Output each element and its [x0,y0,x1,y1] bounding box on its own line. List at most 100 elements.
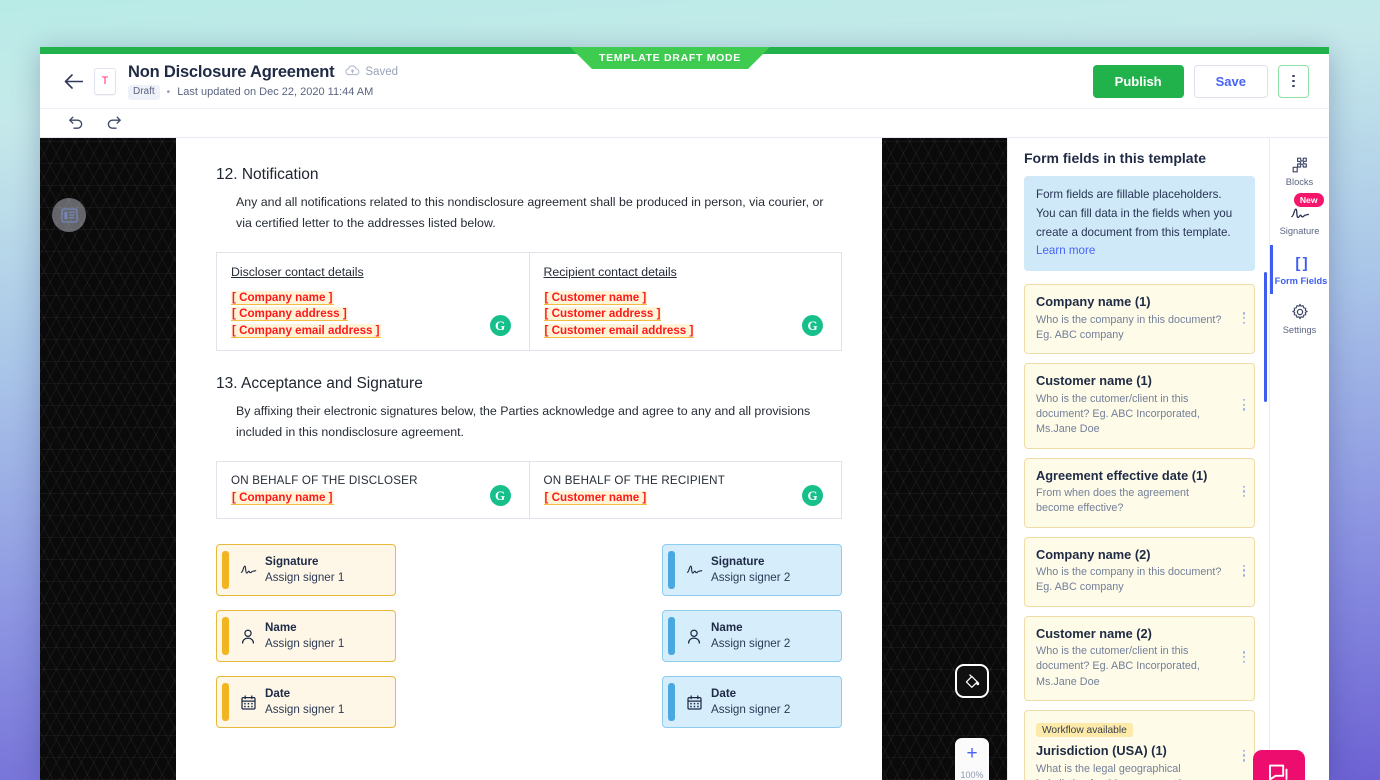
form-field-name: Customer name (1) [1036,373,1152,389]
learn-more-link[interactable]: Learn more [1036,244,1095,257]
save-button[interactable]: Save [1193,64,1268,98]
placeholder-customer-email[interactable]: [ Customer email address ] [543,323,695,339]
placeholder-company-email[interactable]: [ Company email address ] [231,323,381,339]
recipient-contact-cell: Recipient contact details [ Customer nam… [528,252,842,351]
panel-scroll-area[interactable]: Form fields are fillable placeholders. Y… [1008,176,1269,780]
blocks-puzzle-icon [1291,155,1309,174]
signature-field-signer-1[interactable]: Signature Assign signer 1 [216,544,396,597]
editor-body: 12. Notification Any and all notificatio… [40,138,1329,780]
document-outline-icon[interactable] [52,198,86,232]
gear-icon [1291,303,1309,322]
name-field-signer-2[interactable]: Name Assign signer 2 [662,610,842,663]
undo-icon[interactable] [68,115,84,132]
grammarly-icon[interactable]: G [802,315,823,337]
kebab-menu-icon[interactable] [1242,398,1245,413]
date-field-signer-2[interactable]: Date Assign signer 2 [662,676,842,729]
field-accent-bar [668,683,675,722]
separator-dot: • [166,86,171,98]
form-field-card[interactable]: Company name (1) Who is the company in t… [1024,284,1255,355]
publish-button[interactable]: Publish [1092,64,1184,98]
grammarly-icon[interactable]: G [489,315,511,337]
header-actions: Publish Save [1092,64,1309,98]
rail-item-signature[interactable]: New Signature [1270,193,1330,244]
form-field-description: From when does the agreement become effe… [1036,486,1190,515]
field-text: Date Assign signer 1 [265,686,344,717]
placeholder-company-name[interactable]: [ Company name ] [231,290,334,306]
signature-field-signer-2[interactable]: Signature Assign signer 2 [662,544,842,597]
kebab-menu-icon[interactable] [1242,651,1245,665]
form-field-card[interactable]: Customer name (2) Who is the cutomer/cli… [1024,615,1255,701]
panel-title: Form fields in this template [1024,150,1207,166]
form-field-name: Company name (1) [1036,294,1151,310]
field-accent-bar [668,617,675,656]
new-badge: New [1293,193,1324,208]
kebab-menu-icon[interactable] [1242,749,1245,764]
placeholder-company-name[interactable]: [ Company name ] [231,490,334,506]
back-arrow-icon[interactable] [58,73,88,89]
discloser-contact-heading: Discloser contact details [231,264,364,279]
field-text: Date Assign signer 2 [711,686,790,717]
title-row: Non Disclosure Agreement Saved [128,63,398,82]
form-field-description: Who is the company in this document? Eg.… [1036,313,1222,341]
field-label: Name [711,621,743,635]
field-text: Name Assign signer 1 [265,620,344,651]
cloud-upload-icon [345,63,360,81]
date-field-signer-1[interactable]: Date Assign signer 1 [216,676,396,729]
signature-icon [238,564,258,576]
signer-2-column: Signature Assign signer 2 Name Assign si… [662,544,842,729]
field-assignee: Assign signer 2 [711,637,791,651]
field-assignee: Assign signer 1 [265,571,345,585]
form-field-card[interactable]: Agreement effective date (1) From when d… [1024,457,1255,528]
kebab-menu-icon[interactable] [1242,564,1245,578]
section-heading: 13. Acceptance and Signature [216,375,423,393]
rail-item-form-fields[interactable]: [ ] Form Fields [1269,244,1330,294]
rail-item-settings[interactable]: Settings [1270,294,1330,343]
field-label: Signature [265,555,319,569]
zoom-in-button[interactable]: + [966,744,977,763]
rail-label: Form Fields [1274,275,1328,286]
placeholder-customer-name[interactable]: [ Customer name ] [543,290,648,306]
discloser-signature-heading: ON BEHALF OF THE DISCLOSER [231,473,418,487]
field-label: Date [265,687,291,701]
rail-item-blocks[interactable]: Blocks [1270,146,1330,195]
field-assignee: Assign signer 2 [711,571,791,585]
signer-field-grid: Signature Assign signer 1 Name Assign si… [216,544,842,729]
app-window: T Non Disclosure Agreement Saved Draft •… [40,47,1329,780]
meta-row: Draft • Last updated on Dec 22, 2020 11:… [128,84,398,100]
zoom-level-label: 100% [960,770,984,780]
ribbon-label: TEMPLATE DRAFT MODE [598,52,741,64]
form-field-name: Agreement effective date (1) [1036,467,1208,483]
form-fields-bracket-icon: [ ] [1295,254,1307,272]
document-page: 12. Notification Any and all notificatio… [176,138,882,780]
kebab-menu-icon[interactable] [1242,311,1245,326]
placeholder-company-address[interactable]: [ Company address ] [231,306,348,322]
document-type-letter: T [101,75,109,87]
form-field-name: Jurisdiction (USA) (1) [1036,743,1167,759]
grammarly-icon[interactable]: G [489,485,511,507]
name-field-signer-1[interactable]: Name Assign signer 1 [216,610,396,663]
kebab-menu-icon [1292,74,1295,88]
form-field-name: Customer name (2) [1036,625,1152,641]
section-heading: 12. Notification [216,166,319,183]
kebab-menu-icon[interactable] [1242,485,1245,499]
form-fields-panel: Form fields in this template Form fields… [1007,138,1269,780]
person-icon [238,629,258,644]
placeholder-customer-address[interactable]: [ Customer address ] [543,306,662,322]
redo-icon[interactable] [106,115,122,132]
calendar-icon [684,695,704,710]
chat-bubble-icon[interactable] [1253,750,1305,780]
form-field-card[interactable]: Customer name (1) Who is the cutomer/cli… [1024,363,1255,449]
placeholder-customer-name[interactable]: [ Customer name ] [543,490,648,506]
field-accent-bar [668,551,675,590]
template-draft-mode-ribbon: TEMPLATE DRAFT MODE [570,47,770,69]
paint-bucket-icon[interactable] [955,664,989,698]
form-field-card[interactable]: Company name (2) Who is the company in t… [1024,536,1255,607]
form-field-card[interactable]: Workflow available Jurisdiction (USA) (1… [1024,709,1255,780]
form-field-description: Who is the cutomer/client in this docume… [1036,644,1200,688]
grammarly-icon[interactable]: G [802,485,823,507]
panel-scrollbar[interactable] [1264,272,1267,402]
rail-label: Signature [1279,226,1320,237]
zoom-control[interactable]: + 100% [955,738,989,780]
more-options-button[interactable] [1278,64,1309,98]
signer-1-column: Signature Assign signer 1 Name Assign si… [216,544,396,729]
